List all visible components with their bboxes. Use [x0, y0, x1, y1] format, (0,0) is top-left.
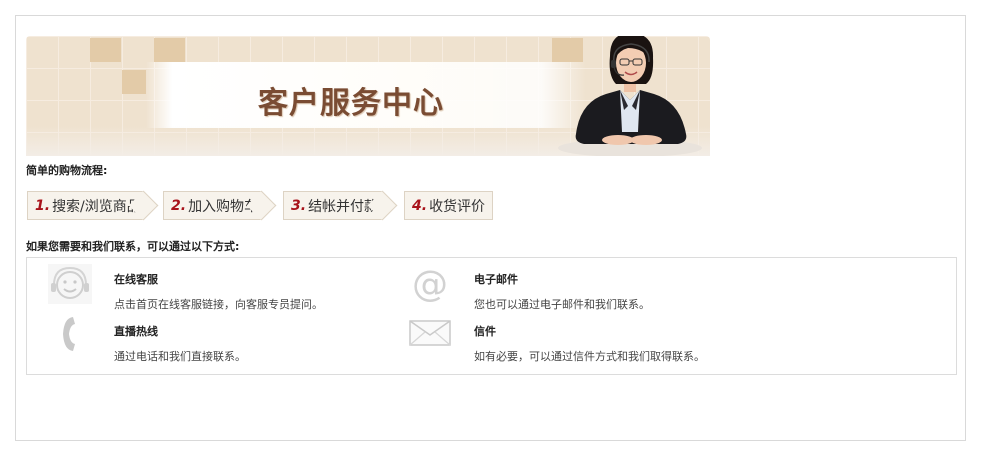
contact-methods-box: 在线客服 点击首页在线客服链接，向客服专员提问。 @ 电子邮件 您也可以通过电子…: [26, 257, 957, 375]
letter-desc: 如有必要，可以通过信件方式和我们取得联系。: [474, 350, 705, 363]
customer-service-banner: 客户服务中心: [26, 36, 710, 156]
step-receive-review[interactable]: 4. 收货评价: [404, 191, 493, 220]
step-checkout-pay[interactable]: 3. 结帐并付款: [283, 190, 398, 221]
step-add-to-cart[interactable]: 2. 加入购物车: [163, 190, 277, 221]
svg-text:@: @: [412, 264, 448, 303]
banner-tile: [90, 38, 121, 62]
banner-tile: [154, 38, 185, 62]
step-number: 3.: [291, 197, 307, 214]
banner-title: 客户服务中心: [258, 86, 444, 121]
step-number: 2.: [171, 197, 187, 214]
shopping-flow-heading: 简单的购物流程:: [26, 164, 108, 177]
email-title: 电子邮件: [474, 273, 518, 286]
hotline-desc: 通过电话和我们直接联系。: [114, 350, 246, 363]
at-sign-icon: @: [412, 264, 448, 303]
email-desc: 您也可以通过电子邮件和我们联系。: [474, 298, 650, 311]
step-search-browse[interactable]: 1. 搜索/浏览商品: [27, 190, 159, 221]
step-label: 收货评价: [429, 198, 486, 215]
banner-tile: [122, 70, 146, 94]
online-service-title: 在线客服: [114, 273, 158, 286]
contact-heading: 如果您需要和我们联系，可以通过以下方式:: [26, 240, 240, 253]
step-label: 搜索/浏览商品: [52, 198, 141, 215]
customer-service-agent-image: [558, 36, 702, 156]
online-service-desc: 点击首页在线客服链接，向客服专员提问。: [114, 298, 323, 311]
envelope-icon: [409, 320, 451, 346]
letter-title: 信件: [474, 325, 496, 338]
phone-icon: [63, 317, 75, 351]
hotline-title: 直播热线: [114, 325, 158, 338]
step-number: 4.: [412, 197, 428, 214]
headset-icon: [48, 264, 92, 304]
step-number: 1.: [35, 197, 51, 214]
